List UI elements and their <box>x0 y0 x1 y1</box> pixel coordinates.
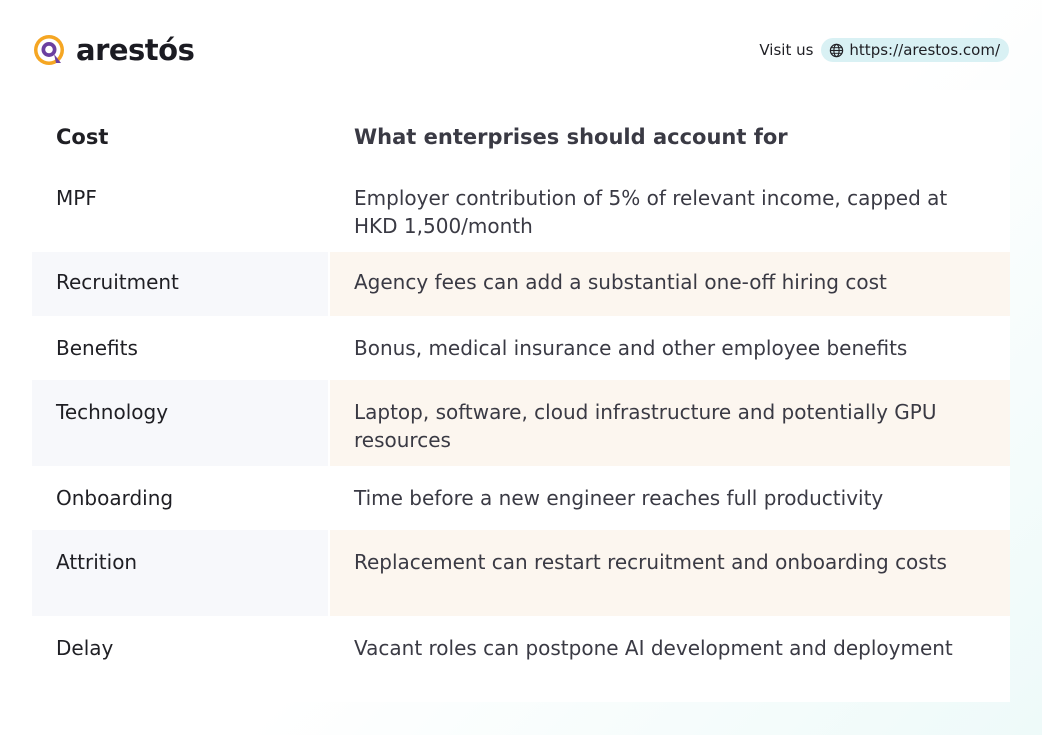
description-cell: Replacement can restart recruitment and … <box>330 530 1010 616</box>
description-cell: Vacant roles can postpone AI development… <box>330 616 1010 702</box>
cost-cell: Delay <box>32 616 328 702</box>
arestos-logo-icon <box>34 35 64 65</box>
header-cost: Cost <box>32 90 328 166</box>
visit-section: Visit us https://arestos.com/ <box>759 38 1009 62</box>
description-cell: Time before a new engineer reaches full … <box>330 466 1010 530</box>
cost-cell: Benefits <box>32 316 328 380</box>
cost-cell: MPF <box>32 166 328 252</box>
cost-table: Cost What enterprises should account for… <box>32 90 1010 702</box>
cost-cell: Technology <box>32 380 328 466</box>
globe-icon <box>830 43 844 57</box>
description-cell: Agency fees can add a substantial one-of… <box>330 252 1010 316</box>
description-cell: Employer contribution of 5% of relevant … <box>330 166 1010 252</box>
brand-name: arestós <box>76 33 195 67</box>
page-header: arestós Visit us https://arestos.com/ <box>32 30 1009 70</box>
description-cell: Laptop, software, cloud infrastructure a… <box>330 380 1010 466</box>
visit-label: Visit us <box>759 41 814 59</box>
website-link[interactable]: https://arestos.com/ <box>821 38 1009 62</box>
brand-logo[interactable]: arestós <box>32 32 195 68</box>
cost-cell: Onboarding <box>32 466 328 530</box>
website-url: https://arestos.com/ <box>849 41 1000 59</box>
header-description: What enterprises should account for <box>330 90 1010 166</box>
description-cell: Bonus, medical insurance and other emplo… <box>330 316 1010 380</box>
cost-cell: Recruitment <box>32 252 328 316</box>
cost-cell: Attrition <box>32 530 328 616</box>
